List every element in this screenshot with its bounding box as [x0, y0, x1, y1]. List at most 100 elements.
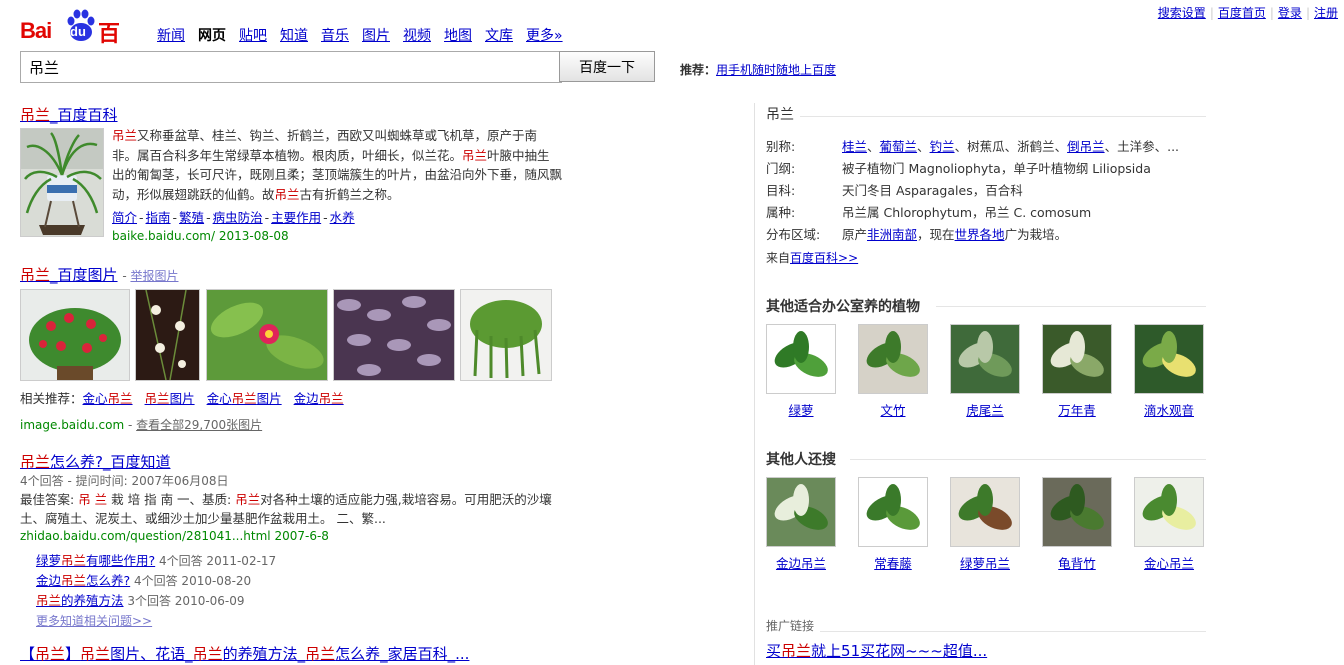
ad-link[interactable]: 买吊兰就上51买花网~~~超值...: [766, 642, 987, 660]
nav-link[interactable]: 图片: [362, 28, 390, 44]
nav-link[interactable]: 视频: [403, 28, 431, 44]
plant-image[interactable]: [1042, 324, 1112, 394]
result-images-link[interactable]: 吊兰_百度图片: [20, 266, 118, 284]
highlight-term: 吊兰: [235, 492, 261, 507]
nav-link[interactable]: 知道: [280, 28, 308, 44]
baike-sublink[interactable]: 繁殖: [179, 210, 204, 225]
plant-item[interactable]: 万年青: [1042, 324, 1112, 419]
plant-link[interactable]: 绿萝吊兰: [960, 556, 1010, 571]
sub-question: 金边吊兰怎么养? 4个回答 2010-08-20: [36, 571, 276, 591]
related-link[interactable]: 金心吊兰: [83, 391, 133, 406]
nav-link[interactable]: 音乐: [321, 28, 349, 44]
plant-item[interactable]: 滴水观音: [1134, 324, 1204, 419]
knowledge-card-title: 吊兰: [766, 107, 794, 123]
top-link-search-settings[interactable]: 搜索设置: [1158, 6, 1206, 20]
result-baike-title: 吊兰_百度百科: [20, 104, 118, 125]
plant-link[interactable]: 滴水观音: [1144, 403, 1194, 418]
result-jiaju-link[interactable]: 【吊兰】吊兰图片、花语_吊兰的养殖方法_吊兰怎么养_家居百科_...: [20, 645, 469, 663]
nav-link[interactable]: 贴吧: [239, 28, 267, 44]
top-link-login[interactable]: 登录: [1278, 6, 1302, 20]
plant-item[interactable]: 常春藤: [858, 477, 928, 572]
plant-image[interactable]: [766, 477, 836, 547]
knowledge-link[interactable]: 钓兰: [930, 139, 955, 154]
text-segment: 金心: [206, 391, 232, 406]
plant-image[interactable]: [950, 477, 1020, 547]
report-image-link[interactable]: 举报图片: [130, 269, 178, 283]
plant-item[interactable]: 金边吊兰: [766, 477, 836, 572]
plant-link[interactable]: 金边吊兰: [776, 556, 826, 571]
plant-item[interactable]: 虎尾兰: [950, 324, 1020, 419]
plant-link[interactable]: 虎尾兰: [966, 403, 1004, 418]
baike-sublink[interactable]: 水养: [330, 210, 355, 225]
related-link[interactable]: 金边吊兰: [294, 391, 344, 406]
baidu-logo[interactable]: Bai du 百度: [20, 4, 140, 79]
knowledge-value: 桂兰、葡萄兰、钓兰、树蕉瓜、浙鹤兰、倒吊兰、土洋参、...: [842, 139, 1180, 154]
plant-image[interactable]: [766, 324, 836, 394]
sub-question-link[interactable]: 绿萝吊兰有哪些作用?: [36, 553, 155, 568]
plant-link[interactable]: 万年青: [1058, 403, 1096, 418]
knowledge-link[interactable]: 非洲南部: [867, 227, 917, 242]
separator: -: [206, 210, 211, 225]
top-link-register[interactable]: 注册: [1314, 6, 1338, 20]
knowledge-link[interactable]: 桂兰: [842, 139, 867, 154]
knowledge-row: 别称: 桂兰、葡萄兰、钓兰、树蕉瓜、浙鹤兰、倒吊兰、土洋参、...: [766, 136, 1179, 155]
baike-sublink[interactable]: 主要作用: [271, 210, 321, 225]
text-segment: 金边: [293, 391, 319, 406]
search-input[interactable]: [20, 51, 562, 83]
nav-link[interactable]: 地图: [444, 28, 472, 44]
text-segment: 买: [766, 642, 782, 660]
knowledge-key: 门纲:: [766, 161, 796, 176]
more-zhidao-link[interactable]: 更多知道相关问题>>: [36, 614, 152, 628]
image-thumb[interactable]: [20, 289, 130, 381]
plant-link[interactable]: 文竹: [880, 403, 905, 418]
plant-link[interactable]: 绿萝: [788, 403, 813, 418]
baike-source-link[interactable]: 百度百科>>: [790, 251, 858, 265]
plant-image[interactable]: [858, 477, 928, 547]
nav-link[interactable]: 新闻: [157, 28, 185, 44]
result-baike-link[interactable]: 吊兰_百度百科: [20, 106, 118, 124]
related-link[interactable]: 吊兰图片: [145, 391, 195, 406]
plant-link[interactable]: 龟背竹: [1058, 556, 1096, 571]
highlight-term: 吊兰: [305, 645, 336, 663]
knowledge-link[interactable]: 世界各地: [955, 227, 1005, 242]
highlight-term: 吊 兰: [78, 492, 108, 507]
others-search-heading: 其他人还搜: [766, 452, 836, 468]
sub-question-link[interactable]: 金边吊兰怎么养?: [36, 573, 130, 588]
image-thumb[interactable]: [460, 289, 552, 381]
text-segment: 古有折鹤兰之称。: [299, 186, 400, 202]
text-segment: 图片: [169, 391, 195, 406]
baike-sublink[interactable]: 简介: [112, 210, 137, 225]
plant-image[interactable]: [1134, 324, 1204, 394]
baike-thumbnail[interactable]: [20, 128, 104, 237]
plant-image[interactable]: [1134, 477, 1204, 547]
plant-item[interactable]: 绿萝: [766, 324, 836, 419]
top-link-baidu-home[interactable]: 百度首页: [1218, 6, 1266, 20]
search-button[interactable]: 百度一下: [559, 51, 655, 82]
plant-image[interactable]: [950, 324, 1020, 394]
result-zhidao-link[interactable]: 吊兰怎么养?_百度知道: [20, 453, 170, 471]
result-images-title: 吊兰_百度图片 - 举报图片: [20, 266, 179, 284]
nav-link[interactable]: 文库: [485, 28, 513, 44]
view-all-images-link[interactable]: 查看全部29,700张图片: [136, 418, 262, 432]
image-thumb[interactable]: [333, 289, 455, 381]
image-thumb[interactable]: [206, 289, 328, 381]
sub-question-link[interactable]: 吊兰的养殖方法: [36, 593, 124, 608]
plant-link[interactable]: 金心吊兰: [1144, 556, 1194, 571]
related-link[interactable]: 金心吊兰图片: [207, 391, 282, 406]
knowledge-link[interactable]: 倒吊兰: [1067, 139, 1105, 154]
plant-item[interactable]: 龟背竹: [1042, 477, 1112, 572]
plant-item[interactable]: 文竹: [858, 324, 928, 419]
plant-image[interactable]: [858, 324, 928, 394]
nav-link[interactable]: 更多»: [526, 28, 563, 44]
baike-sublink[interactable]: 病虫防治: [213, 210, 263, 225]
baike-sublink[interactable]: 指南: [146, 210, 171, 225]
plant-item[interactable]: 绿萝吊兰: [950, 477, 1020, 572]
plant-image[interactable]: [1042, 477, 1112, 547]
plant-item[interactable]: 金心吊兰: [1134, 477, 1204, 572]
highlight-term: 吊兰: [274, 186, 300, 202]
knowledge-link[interactable]: 葡萄兰: [880, 139, 918, 154]
image-thumb[interactable]: [135, 289, 200, 381]
recommend-link[interactable]: 用手机随时随地上百度: [716, 63, 836, 77]
zhidao-abstract: 最佳答案: 吊 兰 栽 培 指 南 一、基质: 吊兰对各种土壤的适应能力强,栽培…: [20, 490, 570, 528]
plant-link[interactable]: 常春藤: [874, 556, 912, 571]
